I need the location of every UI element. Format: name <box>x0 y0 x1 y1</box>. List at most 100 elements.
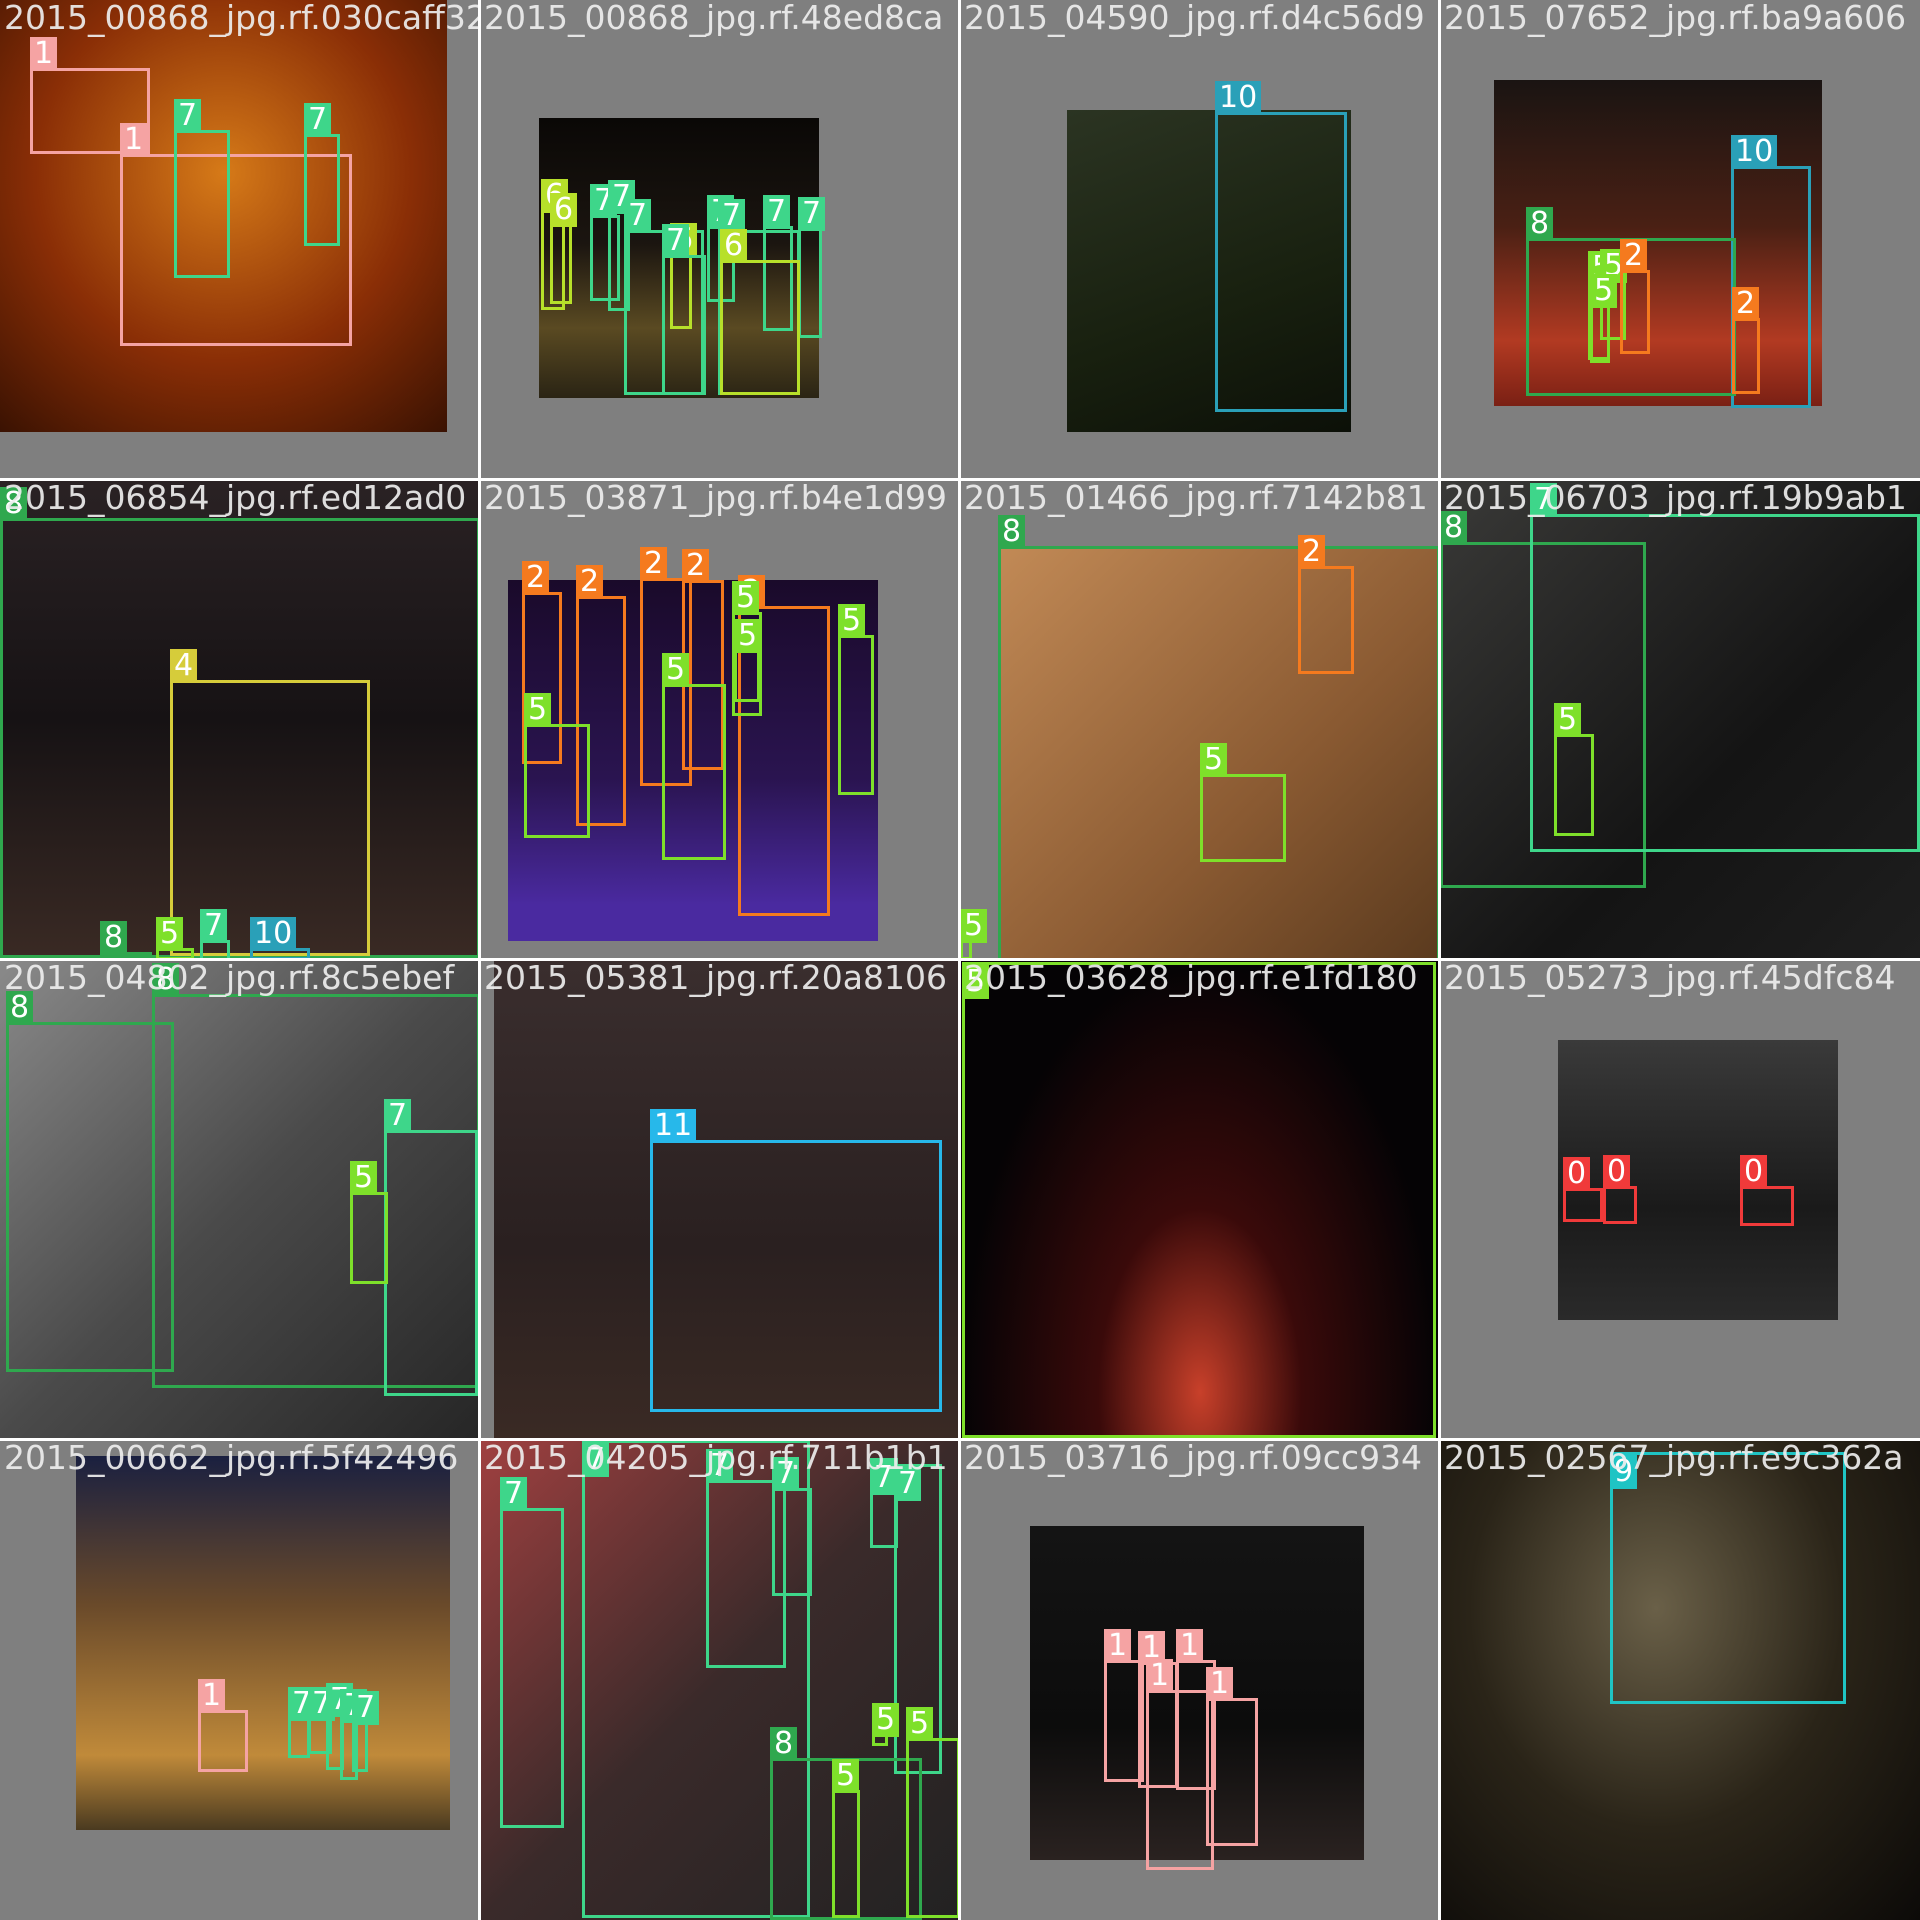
detection-class-label: 5 <box>524 693 552 727</box>
detection-box: 5 <box>662 653 726 860</box>
mosaic-tile: 2015_00868_jpg.rf.48ed8ca667776777776 <box>480 0 960 480</box>
detection-class-label: 7 <box>1530 483 1558 517</box>
tile-title: 2015_05273_jpg.rf.45dfc84 <box>1444 960 1896 997</box>
detection-class-label: 4 <box>170 649 198 683</box>
mosaic-tile: 2015_03716_jpg.rf.09cc934 1 1 1 1 1 <box>960 1440 1440 1920</box>
detection-class-label: 5 <box>838 604 866 638</box>
detection-class-label: 7 <box>352 1691 380 1725</box>
detection-class-label: 7 <box>894 1467 922 1501</box>
tile-title: 2015_07652_jpg.rf.ba9a606 <box>1444 0 1907 37</box>
detection-box: 5 <box>350 1161 388 1284</box>
detection-class-label: 7 <box>772 1457 800 1491</box>
detection-box: 7 <box>288 1687 316 1758</box>
mosaic-tile: 2015_00868_jpg.rf.030caff32015_06600307.… <box>0 0 480 480</box>
tile-title: 2015_00868_jpg.rf.48ed8ca <box>484 0 944 37</box>
detection-class-label: 1 <box>30 37 58 71</box>
mosaic-tile: 2015_03871_jpg.rf.b4e1d992222255555 <box>480 480 960 960</box>
detection-class-label: 9 <box>1610 1455 1638 1489</box>
detection-class-label: 2 <box>1732 287 1760 321</box>
mosaic-tile: 2015_05273_jpg.rf.45dfc84 0 0 0 <box>1440 960 1920 1440</box>
detection-class-label: 7 <box>174 99 202 133</box>
detection-class-label: 0 <box>1603 1155 1631 1189</box>
detection-class-label: 10 <box>1215 81 1262 115</box>
detection-box: 5 <box>962 962 1436 1438</box>
detection-class-label: 1 <box>1104 1629 1132 1663</box>
detection-class-label: 11 <box>650 1109 697 1143</box>
detection-class-label: 2 <box>640 547 668 581</box>
detection-class-label: 5 <box>960 909 988 943</box>
tile-photo <box>1558 1040 1838 1320</box>
detection-class-label: 2 <box>1620 239 1648 273</box>
detection-class-label: 8 <box>1526 207 1554 241</box>
detection-class-label: 7 <box>304 103 332 137</box>
tile-divider-horizontal <box>0 958 1920 961</box>
detection-class-label: 10 <box>1731 135 1778 169</box>
detection-box: 2 <box>1732 287 1760 394</box>
detection-class-label: 8 <box>6 991 34 1025</box>
tile-title: 2015_03716_jpg.rf.09cc934 <box>964 1440 1423 1477</box>
detection-box: 7 <box>200 909 230 960</box>
detection-class-label: 6 <box>550 193 578 227</box>
detection-class-label: 7 <box>662 224 690 258</box>
detection-class-label: 7 <box>500 1477 528 1511</box>
mosaic-tile: 2015_02567_jpg.rf.e9c362a 9 <box>1440 1440 1920 1920</box>
detection-box: 7 <box>662 224 706 395</box>
mosaic-tile: 2015_06703_jpg.rf.19b9ab1 8 7 5 <box>1440 480 1920 960</box>
detection-class-label: 5 <box>1554 703 1582 737</box>
detection-box: 1 <box>198 1679 248 1772</box>
mosaic-tile: 2015_05381_jpg.rf.20a8106 11 <box>480 960 960 1440</box>
mosaic-tile: 2015_01466_jpg.rf.7142b81 8 2 5 5 <box>960 480 1440 960</box>
detection-box: 7 <box>174 99 230 278</box>
detection-box: 9 <box>1610 1452 1846 1704</box>
tile-divider-horizontal <box>0 1438 1920 1441</box>
detection-class-label: 7 <box>798 197 826 231</box>
detection-class-label: 8 <box>152 963 180 997</box>
detection-box: 5 <box>906 1707 960 1918</box>
detection-box: 5 <box>1590 274 1618 363</box>
detection-class-label: 7 <box>582 1443 610 1477</box>
detection-box: 7 <box>772 1457 812 1596</box>
detection-box: 1 <box>1206 1667 1258 1846</box>
detection-class-label: 5 <box>906 1707 934 1741</box>
detection-class-label: 0 <box>1563 1157 1591 1191</box>
mosaic-tile: 2015_04590_jpg.rf.d4c56d9 10 <box>960 0 1440 480</box>
detection-box: 5 <box>1554 703 1594 836</box>
detection-class-label: 5 <box>872 1703 900 1737</box>
detection-box: 7 <box>500 1477 564 1828</box>
detection-box: 2 <box>1620 239 1650 354</box>
detection-box: 5 <box>734 619 762 702</box>
detection-box: 0 <box>1603 1155 1637 1224</box>
tile-title: 2015_03871_jpg.rf.b4e1d99 <box>484 480 947 517</box>
detection-class-label: 2 <box>522 561 550 595</box>
detection-box: 7 <box>352 1691 380 1772</box>
detection-box: 0 <box>1740 1155 1794 1226</box>
detection-class-label: 7 <box>384 1099 412 1133</box>
tile-title: 2015_04590_jpg.rf.d4c56d9 <box>964 0 1425 37</box>
detection-class-label: 8 <box>1440 511 1468 545</box>
detection-class-label: 10 <box>250 917 297 951</box>
detection-box: 11 <box>650 1109 942 1412</box>
mosaic-tile: 2015_03628_jpg.rf.e1fd180 5 <box>960 960 1440 1440</box>
detection-class-label: 8 <box>770 1727 798 1761</box>
detection-class-label: 8 <box>998 515 1026 549</box>
tile-photo <box>76 1456 450 1830</box>
detection-class-label: 5 <box>350 1161 378 1195</box>
detection-class-label: 1 <box>1206 1667 1234 1701</box>
detection-class-label: 5 <box>832 1759 860 1793</box>
detection-class-label: 5 <box>962 965 990 999</box>
tile-divider-vertical <box>1438 0 1441 1920</box>
detection-class-label: 2 <box>1298 535 1326 569</box>
tile-title: 2015_01466_jpg.rf.7142b81 <box>964 480 1428 517</box>
detection-box: 5 <box>960 909 988 960</box>
mosaic-tile: 2015_06854_jpg.rf.ed12ad0 8 4 5 8 7 10 <box>0 480 480 960</box>
detection-class-label: 5 <box>1590 274 1618 308</box>
detection-box: 8 <box>6 991 174 1372</box>
detection-class-label: 5 <box>1200 743 1228 777</box>
detection-class-label: 7 <box>763 195 791 229</box>
detection-class-label: 1 <box>120 123 148 157</box>
detection-class-label: 1 <box>1146 1659 1174 1693</box>
detection-box: 5 <box>838 604 874 795</box>
detection-class-label: 1 <box>1176 1629 1204 1663</box>
detection-class-label: 5 <box>662 653 690 687</box>
detection-class-label: 8 <box>100 921 128 955</box>
